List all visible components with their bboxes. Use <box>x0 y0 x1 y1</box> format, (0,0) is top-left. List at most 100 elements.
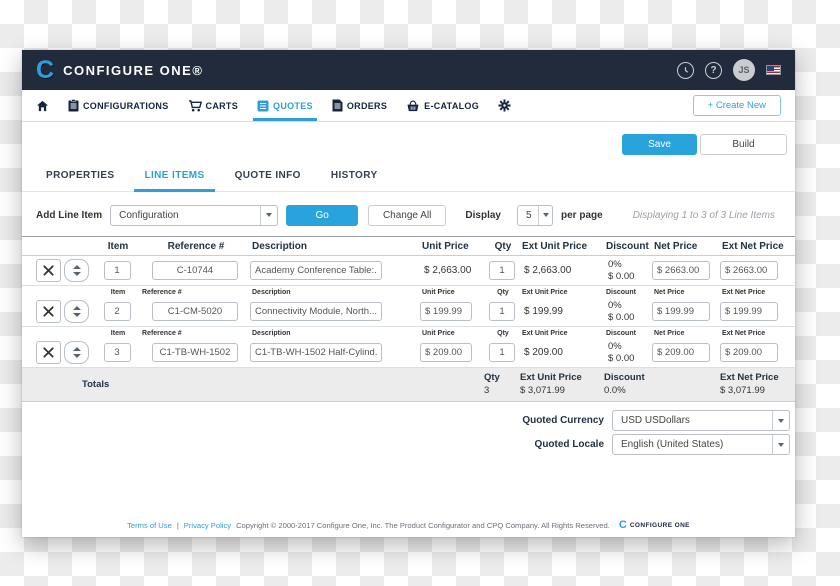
app-title: CONFIGURE ONE® <box>63 63 203 78</box>
terms-of-use-link[interactable]: Terms of Use <box>127 521 172 530</box>
reference-input[interactable] <box>152 343 238 362</box>
clock-icon[interactable] <box>677 62 694 79</box>
main-nav: CONFIGURATIONS CARTS QUOTES ORDERS E-CAT… <box>22 90 795 122</box>
discount-value: 0%$ 0.00 <box>604 259 652 283</box>
col-qty: Qty <box>484 241 520 252</box>
tools-icon <box>42 264 55 277</box>
quoted-locale-label: Quoted Locale <box>535 439 604 450</box>
nav-label: E-CATALOG <box>424 101 479 111</box>
line-items-toolbar: Add Line Item Configuration Go Change Al… <box>36 202 775 228</box>
qty-input[interactable] <box>489 261 515 280</box>
us-flag-icon[interactable] <box>766 65 781 75</box>
nav-carts[interactable]: CARTS <box>188 90 239 121</box>
quoted-currency-select[interactable]: USD USDollars <box>612 410 790 431</box>
line-item-row: Item Reference # Description Unit Price … <box>22 327 795 368</box>
per-page-label: per page <box>561 210 603 221</box>
footer-logo: C CONFIGURE ONE <box>619 520 690 531</box>
nav-label: CONFIGURATIONS <box>83 101 169 111</box>
unit-price-input[interactable] <box>420 302 472 321</box>
per-page-select[interactable]: 5 <box>517 205 553 226</box>
quote-settings: Quoted Currency USD USDollars Quoted Loc… <box>522 410 790 455</box>
reference-input[interactable] <box>152 261 238 280</box>
net-price-input[interactable] <box>652 261 710 280</box>
tab-quote-info[interactable]: QUOTE INFO <box>233 164 303 191</box>
row-reorder-stepper[interactable] <box>64 341 89 364</box>
chevron-down-icon[interactable] <box>73 354 81 358</box>
build-button[interactable]: Build <box>700 134 787 155</box>
item-number-input[interactable] <box>104 343 131 362</box>
totals-ext-unit: Ext Unit Price$ 3,071.99 <box>520 372 604 397</box>
net-price-input[interactable] <box>652 343 710 362</box>
description-input[interactable] <box>250 343 382 362</box>
qty-input[interactable] <box>489 302 515 321</box>
reference-input[interactable] <box>152 302 238 321</box>
quotes-icon <box>257 100 269 112</box>
footer-divider: | <box>177 521 179 530</box>
col-reference: Reference # <box>140 241 250 252</box>
nav-ecatalog[interactable]: E-CATALOG <box>406 90 479 121</box>
create-new-button[interactable]: + Create New <box>693 95 781 116</box>
row-mini-header: Item Reference # Description Unit Price … <box>22 286 795 297</box>
quote-tabs: PROPERTIES LINE ITEMS QUOTE INFO HISTORY <box>22 164 795 192</box>
tools-icon <box>42 346 55 359</box>
nav-home[interactable] <box>36 90 49 121</box>
item-number-input[interactable] <box>104 302 131 321</box>
chevron-up-icon[interactable] <box>73 347 81 351</box>
configure-tools-button[interactable] <box>36 300 61 323</box>
configureone-logo-icon: C <box>619 520 627 531</box>
table-header: Item Reference # Description Unit Price … <box>22 236 795 256</box>
item-number-input[interactable] <box>104 261 131 280</box>
add-line-item-label: Add Line Item <box>36 210 102 221</box>
chevron-up-icon[interactable] <box>73 265 81 269</box>
totals-label: Totals <box>36 379 250 390</box>
nav-orders[interactable]: ORDERS <box>332 90 387 121</box>
row-reorder-stepper[interactable] <box>64 300 89 323</box>
configure-tools-button[interactable] <box>36 259 61 282</box>
ext-unit-price-value: $ 209.00 <box>520 347 604 358</box>
chevron-down-icon[interactable] <box>73 313 81 317</box>
quoted-currency-label: Quoted Currency <box>522 415 604 426</box>
row-mini-header: Item Reference # Description Unit Price … <box>22 327 795 338</box>
go-button[interactable]: Go <box>286 205 358 226</box>
add-line-item-select[interactable]: Configuration <box>110 205 278 226</box>
quoted-locale-select[interactable]: English (United States) <box>612 434 790 455</box>
description-input[interactable] <box>250 261 382 280</box>
tab-properties[interactable]: PROPERTIES <box>44 164 116 191</box>
chevron-up-icon[interactable] <box>73 306 81 310</box>
qty-input[interactable] <box>489 343 515 362</box>
nav-settings[interactable] <box>498 90 511 121</box>
chevron-down-icon <box>772 411 789 430</box>
nav-configurations[interactable]: CONFIGURATIONS <box>68 90 169 121</box>
nav-quotes[interactable]: QUOTES <box>257 90 313 121</box>
totals-discount: Discount0.0% <box>604 372 652 397</box>
chevron-down-icon[interactable] <box>73 272 81 276</box>
change-all-button[interactable]: Change All <box>368 205 446 226</box>
unit-price-input[interactable] <box>420 343 472 362</box>
tools-icon <box>42 305 55 318</box>
unit-price-value: $ 2,663.00 <box>420 265 484 276</box>
privacy-policy-link[interactable]: Privacy Policy <box>184 521 231 530</box>
cart-icon <box>188 100 202 112</box>
col-ext-unit-price: Ext Unit Price <box>520 241 604 252</box>
home-icon <box>36 100 49 112</box>
line-item-row: Item Reference # Description Unit Price … <box>22 286 795 327</box>
ext-net-price-input[interactable] <box>720 302 778 321</box>
app-window: C CONFIGURE ONE® ? JS CONFIGURATIONS CAR… <box>22 50 795 537</box>
nav-label: QUOTES <box>273 101 313 111</box>
help-icon[interactable]: ? <box>705 62 722 79</box>
tab-history[interactable]: HISTORY <box>329 164 380 191</box>
tab-line-items[interactable]: LINE ITEMS <box>142 164 206 191</box>
save-button[interactable]: Save <box>622 134 697 155</box>
ext-net-price-input[interactable] <box>720 343 778 362</box>
net-price-input[interactable] <box>652 302 710 321</box>
avatar[interactable]: JS <box>733 59 755 81</box>
ext-net-price-input[interactable] <box>720 261 778 280</box>
line-items-table: Item Reference # Description Unit Price … <box>22 236 795 402</box>
row-reorder-stepper[interactable] <box>64 259 89 282</box>
description-input[interactable] <box>250 302 382 321</box>
discount-value: 0%$ 0.00 <box>604 341 652 365</box>
clipboard-icon <box>68 99 79 112</box>
chevron-down-icon <box>260 206 277 225</box>
configure-tools-button[interactable] <box>36 341 61 364</box>
chevron-down-icon <box>772 435 789 454</box>
